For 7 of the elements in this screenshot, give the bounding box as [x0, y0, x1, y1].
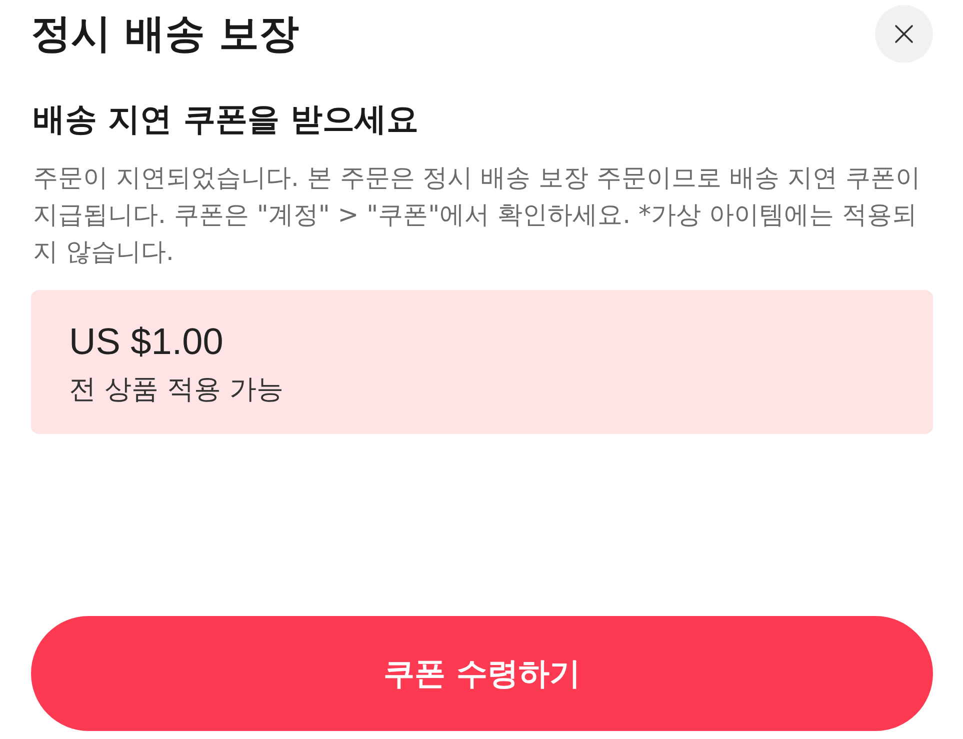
coupon-condition: 전 상품 적용 가능 — [69, 373, 284, 407]
close-icon — [894, 24, 914, 44]
coupon-amount: US $1.00 — [69, 320, 224, 364]
section-heading: 배송 지연 쿠폰을 받으세요 — [33, 99, 420, 140]
claim-coupon-button[interactable]: 쿠폰 수령하기 — [31, 616, 933, 731]
description-text: 주문이 지연되었습니다. 본 주문은 정시 배송 보장 주문이므로 배송 지연 쿠폰이 지급됩니다. 쿠폰은 "계정" > "쿠폰"에서 확인하세요. *가상 아이템에는 적용되지 않습니다. — [33, 162, 922, 268]
sheet-title: 정시 배송 보장 — [31, 10, 299, 59]
